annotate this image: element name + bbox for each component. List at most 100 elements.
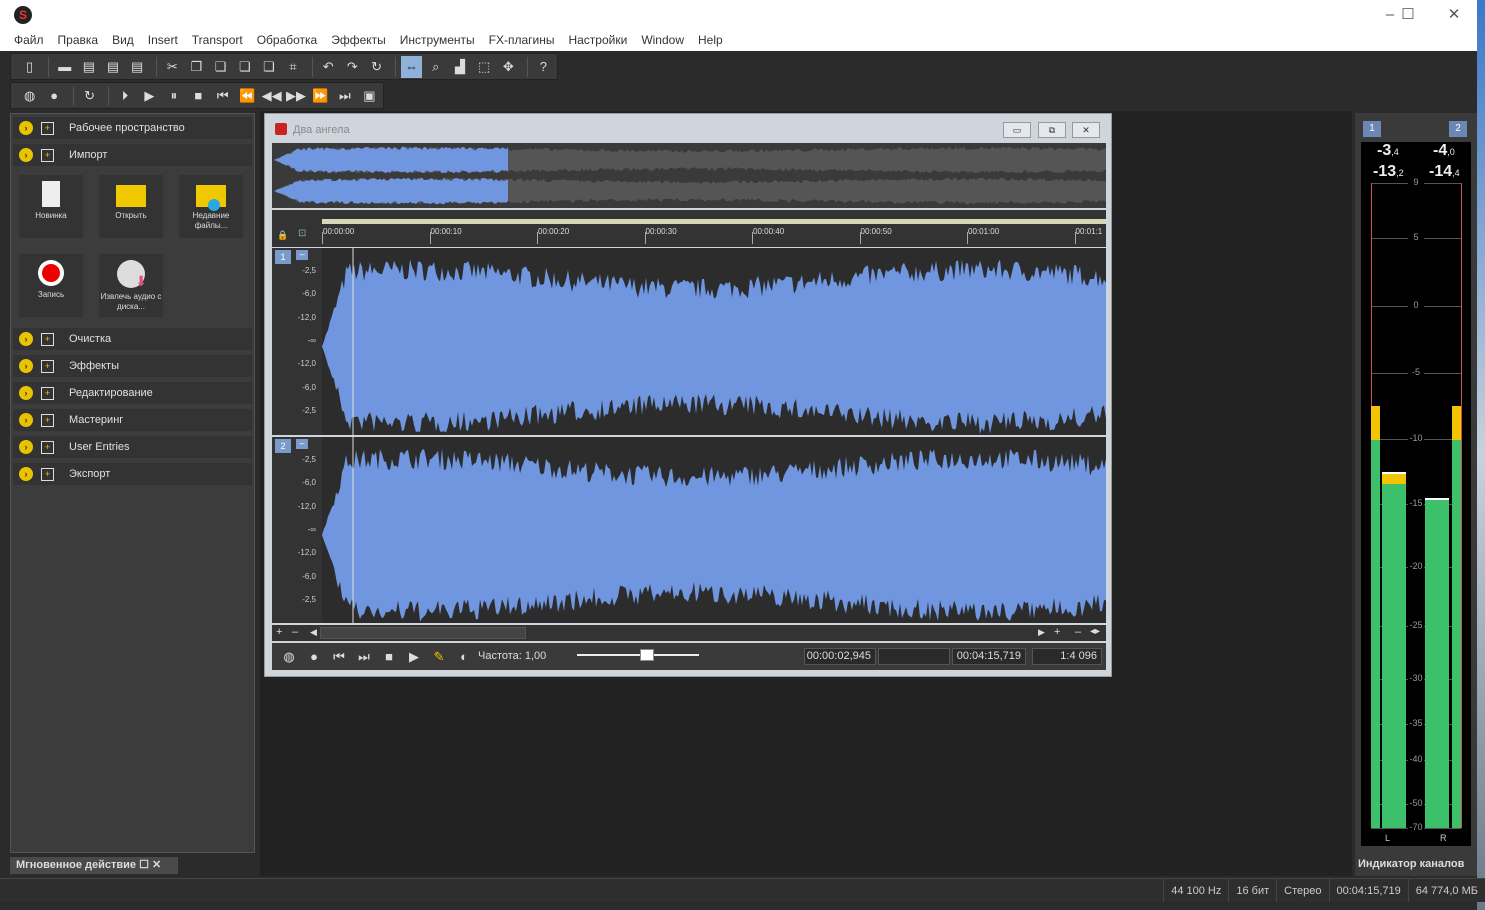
menu-item[interactable]: Обработка xyxy=(257,30,318,51)
save-icon[interactable]: ▤ xyxy=(78,56,99,78)
expand-chevron-icon[interactable]: › xyxy=(19,332,33,346)
redo-icon[interactable]: ↷ xyxy=(342,56,363,78)
channel-2-button[interactable]: 2 xyxy=(1449,121,1467,137)
zoom-tool-icon[interactable]: ⌕ xyxy=(425,56,446,78)
open-icon[interactable]: ▬ xyxy=(54,56,75,78)
tile-record[interactable]: Запись xyxy=(19,254,83,317)
selection-bar[interactable] xyxy=(322,219,1106,224)
stop-icon[interactable]: ■ xyxy=(188,85,209,107)
track-number[interactable]: 2 xyxy=(275,439,291,453)
zoom-field[interactable]: 1:4 096 xyxy=(1032,648,1102,665)
snap-icon[interactable]: ⊡ xyxy=(298,228,306,239)
menu-item[interactable]: Эффекты xyxy=(331,30,386,51)
paste-insert-icon[interactable]: ❏ xyxy=(258,56,279,78)
expand-chevron-icon[interactable]: › xyxy=(19,359,33,373)
horizontal-scrollbar[interactable]: + – ◀ ▶ + – ◂▸ xyxy=(272,625,1106,641)
save-all-icon[interactable]: ▤ xyxy=(127,56,148,78)
rate-slider-thumb[interactable] xyxy=(640,649,654,661)
close-button[interactable]: ✕ xyxy=(1434,4,1474,26)
collapse-track-button[interactable]: – xyxy=(296,439,308,449)
channel-1-button[interactable]: 1 xyxy=(1363,121,1381,137)
move-tool-icon[interactable]: ✥ xyxy=(498,56,519,78)
record-icon[interactable]: ● xyxy=(43,85,64,107)
paste-mix-icon[interactable]: ❏ xyxy=(234,56,255,78)
record-loop-icon[interactable]: ◍ xyxy=(278,646,300,668)
expand-chevron-icon[interactable]: › xyxy=(19,121,33,135)
save-as-icon[interactable]: ▤ xyxy=(102,56,123,78)
time-ruler[interactable]: 🔒 ⊡ 00:00:00 00:00:10 00:00:20 00:00:30 00:0… xyxy=(272,210,1106,247)
zoom-fit-button[interactable]: ◂▸ xyxy=(1090,626,1100,637)
play-icon[interactable]: ▶ xyxy=(403,646,425,668)
cut-icon[interactable]: ✂ xyxy=(162,56,183,78)
go-start-icon[interactable]: ⏮ xyxy=(328,646,350,668)
stop-icon[interactable]: ■ xyxy=(378,646,400,668)
scrub-icon[interactable]: ◐ xyxy=(453,646,475,668)
track-1[interactable]: 1– -2,5 -6,0 -12,0 -∞ -12,0 -6,0 -2,5 xyxy=(272,248,1106,435)
next-marker-icon[interactable]: ⏩ xyxy=(310,85,331,107)
section-left_panel-sections_after-1[interactable]: › + Эффекты xyxy=(13,355,252,377)
copy-icon[interactable]: ❐ xyxy=(186,56,207,78)
menu-item[interactable]: Инструменты xyxy=(400,30,475,51)
forward-icon[interactable]: ▶▶ xyxy=(285,85,306,107)
track-number[interactable]: 1 xyxy=(275,250,291,264)
menu-item[interactable]: Transport xyxy=(192,30,243,51)
section-left_panel-sections_after-0[interactable]: › + Очистка xyxy=(13,328,252,350)
close-tab-icon[interactable]: ✕ xyxy=(152,859,161,871)
section-left_panel-sections_after-4[interactable]: › + User Entries xyxy=(13,436,252,458)
pause-icon[interactable]: ⏸ xyxy=(163,85,184,107)
menu-item[interactable]: Help xyxy=(698,30,723,51)
section-left_panel-sections_after-3[interactable]: › + Мастеринг xyxy=(13,409,252,431)
new-file-icon[interactable]: ▯ xyxy=(19,56,40,78)
rate-slider[interactable] xyxy=(577,654,699,656)
play-from-start-icon[interactable]: ⏵ xyxy=(114,85,135,107)
waveform-channel-2[interactable] xyxy=(272,437,1106,623)
tile-new-file[interactable]: Новинка xyxy=(19,175,83,238)
float-icon[interactable]: ☐ xyxy=(139,859,149,871)
lock-icon[interactable]: 🔒 xyxy=(277,230,288,241)
zoom-in-button[interactable]: + xyxy=(276,626,282,638)
tile-open-folder[interactable]: Открыть xyxy=(99,175,163,238)
vzoom-in-button[interactable]: + xyxy=(1054,626,1060,638)
record-icon[interactable]: ● xyxy=(303,646,325,668)
section-left_panel-sections-0[interactable]: › + Рабочее пространство xyxy=(13,117,252,139)
instant-action-tab[interactable]: Мгновенное действие ☐ ✕ xyxy=(10,857,178,874)
select-tool-icon[interactable]: ⬚ xyxy=(474,56,495,78)
doc-restore-button[interactable]: ⧉ xyxy=(1038,122,1066,138)
menu-item[interactable]: Window xyxy=(641,30,684,51)
scroll-right-button[interactable]: ▶ xyxy=(1038,627,1045,638)
record-loop-icon[interactable]: ◍ xyxy=(19,85,40,107)
scroll-left-button[interactable]: ◀ xyxy=(310,627,317,638)
vzoom-out-button[interactable]: – xyxy=(1075,626,1081,638)
expand-chevron-icon[interactable]: › xyxy=(19,148,33,162)
crop-icon[interactable]: ⌗ xyxy=(283,56,304,78)
expand-chevron-icon[interactable]: › xyxy=(19,386,33,400)
menu-item[interactable]: Вид xyxy=(112,30,134,51)
expand-chevron-icon[interactable]: › xyxy=(19,440,33,454)
play-icon[interactable]: ▶ xyxy=(139,85,160,107)
collapse-track-button[interactable]: – xyxy=(296,250,308,260)
undo-icon[interactable]: ↶ xyxy=(318,56,339,78)
prev-marker-icon[interactable]: ⏪ xyxy=(236,85,257,107)
zoom-out-button[interactable]: – xyxy=(292,626,298,638)
section-left_panel-sections-1[interactable]: › + Импорт xyxy=(13,144,252,166)
maximize-button[interactable]: ☐ xyxy=(1388,4,1428,26)
metronome-icon[interactable]: ▣ xyxy=(359,85,380,107)
waveform-channel-1[interactable] xyxy=(272,248,1106,435)
envelope-tool-icon[interactable]: ▟ xyxy=(449,56,470,78)
expand-chevron-icon[interactable]: › xyxy=(19,467,33,481)
tile-extract-cd[interactable]: ⬇ Извлечь аудио с диска... xyxy=(99,254,163,317)
pencil-icon[interactable]: ✎ xyxy=(428,646,450,668)
menu-item[interactable]: Файл xyxy=(14,30,44,51)
cursor-time-field[interactable]: 00:00:02,945 xyxy=(804,648,876,665)
doc-close-button[interactable]: ✕ xyxy=(1072,122,1100,138)
go-end-icon[interactable]: ⏭ xyxy=(334,85,355,107)
expand-chevron-icon[interactable]: › xyxy=(19,413,33,427)
section-left_panel-sections_after-5[interactable]: › + Экспорт xyxy=(13,463,252,485)
repeat-icon[interactable]: ↻ xyxy=(366,56,387,78)
help-icon[interactable]: ? xyxy=(533,56,554,78)
menu-item[interactable]: Insert xyxy=(148,30,178,51)
rewind-icon[interactable]: ◀◀ xyxy=(261,85,282,107)
menu-item[interactable]: Настройки xyxy=(568,30,627,51)
scroll-thumb[interactable] xyxy=(320,627,526,639)
go-end-icon[interactable]: ⏭ xyxy=(353,646,375,668)
